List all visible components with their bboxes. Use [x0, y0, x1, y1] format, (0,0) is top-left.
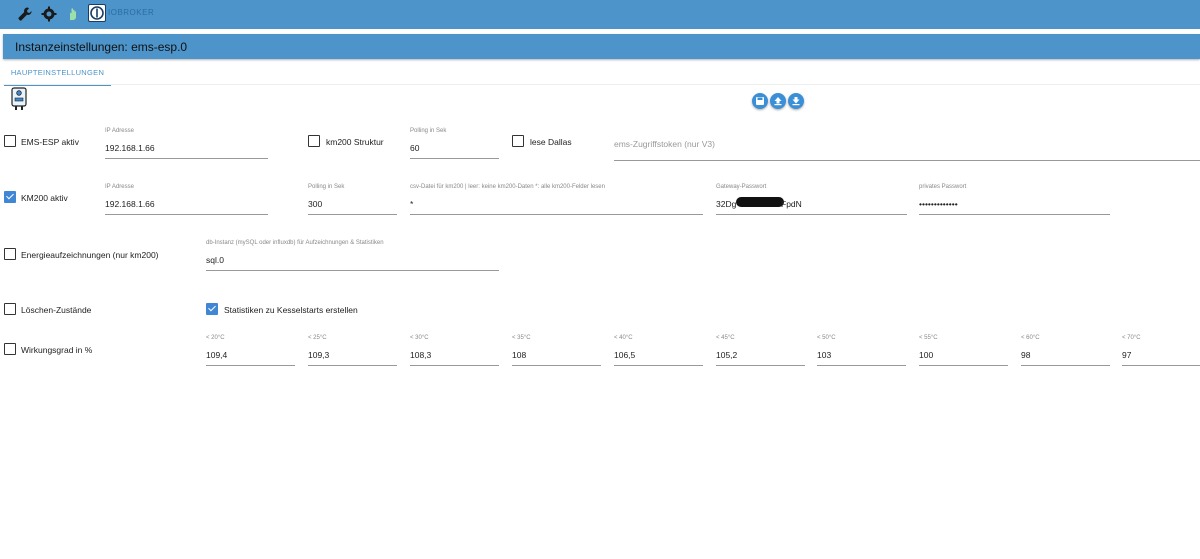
temp-value: 97: [1122, 350, 1132, 360]
csv-file-label: csv-Datei für km200 | leer: keine km200-…: [410, 184, 605, 190]
temp-field[interactable]: < 50°C 103: [817, 335, 906, 366]
csv-file-field[interactable]: csv-Datei für km200 | leer: keine km200-…: [410, 184, 703, 215]
wrench-icon[interactable]: [17, 6, 33, 22]
ems-esp-checkbox[interactable]: [4, 135, 16, 147]
ems-esp-ip-field[interactable]: IP Adresse 192.168.1.66: [105, 128, 268, 159]
temp-label: < 60°C: [1021, 335, 1040, 341]
temp-value: 98: [1021, 350, 1031, 360]
ems-polling-value: 60: [410, 143, 420, 153]
temp-field[interactable]: < 70°C 97: [1122, 335, 1200, 366]
temp-value: 100: [919, 350, 934, 360]
brand-label: IOBROKER: [108, 8, 155, 17]
wirkungsgrad-checkbox[interactable]: [4, 343, 16, 355]
statistiken-label: Statistiken zu Kesselstarts erstellen: [224, 305, 358, 315]
gateway-password-start: 32Dg: [716, 199, 737, 209]
temp-label: < 45°C: [716, 335, 735, 341]
db-instance-value: sql.0: [206, 255, 224, 265]
temp-value: 109,4: [206, 350, 228, 360]
tab-divider: [3, 84, 1200, 85]
ems-polling-field[interactable]: Polling in Sek 60: [410, 128, 499, 159]
km200-checkbox[interactable]: [4, 191, 16, 203]
gear-icon[interactable]: [41, 6, 57, 22]
temp-label: < 35°C: [512, 335, 531, 341]
temp-label: < 30°C: [410, 335, 429, 341]
ems-polling-label: Polling in Sek: [410, 128, 447, 134]
temp-field[interactable]: < 20°C 109,4: [206, 335, 295, 366]
temp-field[interactable]: < 55°C 100: [919, 335, 1008, 366]
temp-field[interactable]: < 60°C 98: [1021, 335, 1110, 366]
upload-icon: [774, 97, 782, 106]
km200-struktur-label: km200 Struktur: [326, 137, 384, 147]
page-title: Instanzeinstellungen: ems-esp.0: [15, 40, 188, 54]
ems-token-field[interactable]: ems-Zugriffstoken (nur V3): [614, 130, 1200, 161]
energie-checkbox[interactable]: [4, 248, 16, 260]
redaction-mark: [736, 197, 784, 207]
loeschen-label: Löschen-Zustände: [21, 305, 92, 315]
gateway-password-end: FpdN: [781, 199, 802, 209]
hand-icon[interactable]: [65, 6, 81, 22]
save-icon: [756, 97, 764, 105]
private-password-field[interactable]: privates Passwort •••••••••••••: [919, 184, 1110, 215]
gateway-password-label: Gateway-Passwort: [716, 184, 767, 190]
upload-button[interactable]: [770, 93, 786, 109]
gateway-password-field[interactable]: Gateway-Passwort 32Dg FpdN: [716, 184, 907, 215]
csv-file-value: *: [410, 199, 414, 209]
iobroker-logo-icon[interactable]: [88, 4, 106, 22]
private-password-value: •••••••••••••: [919, 199, 958, 209]
km200-polling-field[interactable]: Polling in Sek 300: [308, 184, 397, 215]
app-bar: IOBROKER: [0, 0, 1200, 29]
temp-label: < 70°C: [1122, 335, 1141, 341]
db-instance-field[interactable]: db-Instanz (mySQL oder influxdb) für Auf…: [206, 240, 499, 271]
km200-label: KM200 aktiv: [21, 193, 68, 203]
temp-label: < 50°C: [817, 335, 836, 341]
statistiken-checkbox[interactable]: [206, 303, 218, 315]
temp-field[interactable]: < 40°C 106,5: [614, 335, 703, 366]
temp-value: 103: [817, 350, 832, 360]
temp-value: 105,2: [716, 350, 738, 360]
km200-ip-field[interactable]: IP Adresse 192.168.1.66: [105, 184, 268, 215]
temp-value: 106,5: [614, 350, 636, 360]
lese-dallas-label: lese Dallas: [530, 137, 572, 147]
private-password-label: privates Passwort: [919, 184, 967, 190]
temp-value: 108,3: [410, 350, 432, 360]
temp-label: < 40°C: [614, 335, 633, 341]
temp-label: < 25°C: [308, 335, 327, 341]
ems-esp-label: EMS-ESP aktiv: [21, 137, 79, 147]
temp-label: < 20°C: [206, 335, 225, 341]
km200-ip-label: IP Adresse: [105, 184, 134, 190]
tab-haupteinstellungen[interactable]: HAUPTEINSTELLUNGEN: [4, 66, 111, 86]
download-button[interactable]: [788, 93, 804, 109]
temp-field[interactable]: < 30°C 108,3: [410, 335, 499, 366]
db-instance-label: db-Instanz (mySQL oder influxdb) für Auf…: [206, 240, 384, 246]
lese-dallas-checkbox[interactable]: [512, 135, 524, 147]
wirkungsgrad-label: Wirkungsgrad in %: [21, 345, 93, 355]
energie-label: Energieaufzeichnungen (nur km200): [21, 250, 159, 260]
loeschen-checkbox[interactable]: [4, 303, 16, 315]
ems-token-placeholder: ems-Zugriffstoken (nur V3): [614, 139, 715, 149]
temp-field[interactable]: < 35°C 108: [512, 335, 601, 366]
temp-value: 108: [512, 350, 527, 360]
ems-esp-ip-value: 192.168.1.66: [105, 143, 155, 153]
download-icon: [792, 97, 800, 106]
temp-value: 109,3: [308, 350, 330, 360]
ems-esp-ip-label: IP Adresse: [105, 128, 134, 134]
km200-polling-value: 300: [308, 199, 323, 209]
km200-struktur-checkbox[interactable]: [308, 135, 320, 147]
km200-polling-label: Polling in Sek: [308, 184, 345, 190]
temp-field[interactable]: < 25°C 109,3: [308, 335, 397, 366]
ems-device-icon: [9, 87, 29, 111]
temp-label: < 55°C: [919, 335, 938, 341]
temp-field[interactable]: < 45°C 105,2: [716, 335, 805, 366]
save-button[interactable]: [752, 93, 768, 109]
km200-ip-value: 192.168.1.66: [105, 199, 155, 209]
page-title-bar: Instanzeinstellungen: ems-esp.0: [3, 34, 1200, 59]
